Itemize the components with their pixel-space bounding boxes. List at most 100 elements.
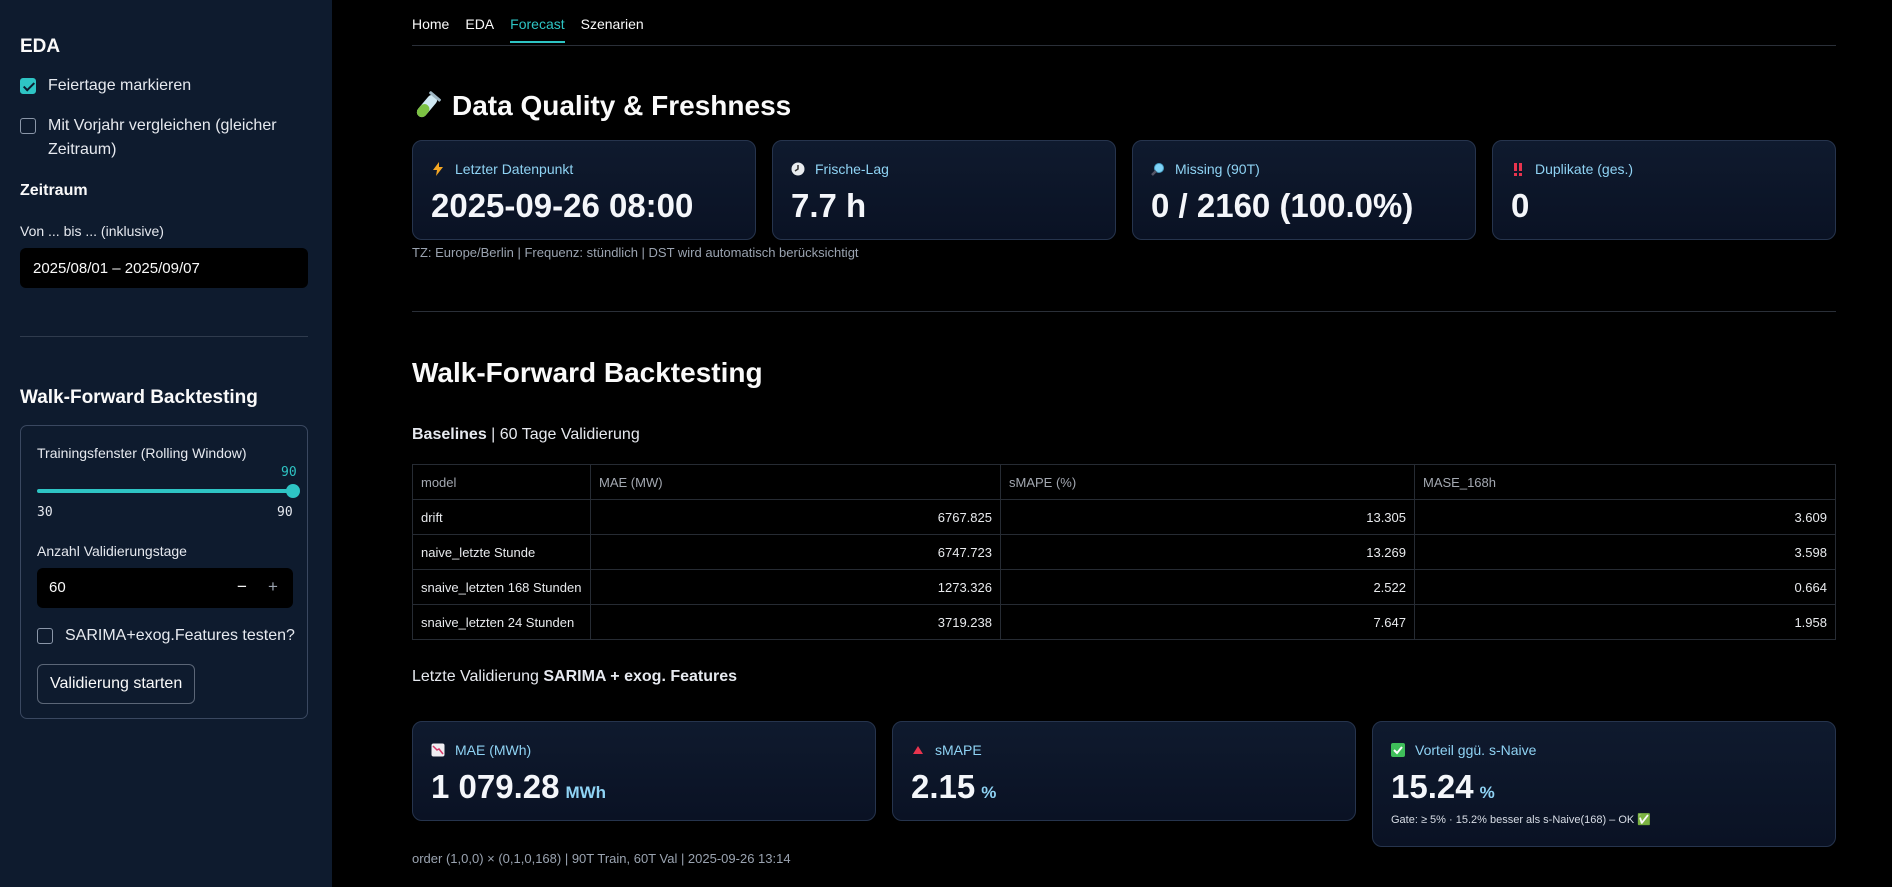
card-label: Duplikate (ges.): [1535, 161, 1634, 177]
test-tube-icon: [416, 91, 441, 118]
card-label: Letzter Datenpunkt: [455, 161, 574, 177]
col-model[interactable]: model: [412, 464, 591, 500]
table-header-row: model MAE (MW) sMAPE (%) MASE_168h: [412, 464, 1836, 500]
window-slider-track[interactable]: [37, 489, 293, 493]
cell-mase: 3.609: [1414, 499, 1836, 535]
metric-value: 1 079.28 MWh: [431, 768, 607, 805]
window-value: 90: [281, 465, 297, 480]
date-range-input[interactable]: 2025/08/01 – 2025/09/07: [20, 248, 308, 288]
val-days-input[interactable]: 60 − +: [37, 568, 293, 608]
cell-smape: 13.305: [1000, 499, 1415, 535]
decrement-button[interactable]: −: [237, 577, 247, 597]
metric-label: Vorteil ggü. s-Naive: [1415, 742, 1537, 758]
magnifier-icon: [1151, 163, 1164, 176]
val-days-value[interactable]: 60: [49, 579, 66, 596]
card-value: 2025-09-26 08:00: [431, 187, 694, 224]
prev-year-checkbox-box[interactable]: [20, 118, 36, 134]
metric-card-smape: sMAPE 2.15%: [892, 721, 1356, 821]
tab-szenarien[interactable]: Szenarien: [581, 16, 644, 43]
metric-card-mae: MAE (MWh) 1 079.28 MWh: [412, 721, 876, 821]
card-missing: Missing (90T) 0 / 2160 (100.0%): [1132, 140, 1476, 240]
cell-smape: 7.647: [1000, 604, 1415, 640]
metric-unit: MWh: [565, 783, 607, 802]
card-freshness-lag: Frische-Lag 7.7 h: [772, 140, 1116, 240]
prev-year-checkbox[interactable]: Mit Vorjahr vergleichen (gleicher Zeitra…: [20, 114, 280, 162]
table-row: snaive_letzten 24 Stunden 3719.238 7.647…: [412, 604, 1836, 640]
sidebar-divider: [20, 336, 308, 337]
card-last-datapoint: Letzter Datenpunkt 2025-09-26 08:00: [412, 140, 756, 240]
cell-mae: 6747.723: [590, 534, 1001, 570]
holidays-checkbox[interactable]: Feiertage markieren: [20, 74, 191, 98]
chart-down-icon: [431, 743, 445, 757]
table-row: naive_letzte Stunde 6747.723 13.269 3.59…: [412, 534, 1836, 570]
col-smape[interactable]: sMAPE (%): [1000, 464, 1415, 500]
gate-note: Gate: ≥ 5% · 15.2% besser als s-Naive(16…: [1391, 814, 1652, 826]
clock-icon: [791, 162, 805, 176]
tab-divider: [412, 45, 1836, 46]
range-label: Von ... bis ... (inklusive): [20, 223, 164, 239]
window-slider-thumb[interactable]: [286, 484, 300, 498]
col-mae[interactable]: MAE (MW): [590, 464, 1001, 500]
quality-section-title: Data Quality & Freshness: [412, 90, 791, 122]
triangle-up-icon: [913, 746, 923, 754]
tab-eda[interactable]: EDA: [465, 16, 494, 43]
cell-smape: 13.269: [1000, 534, 1415, 570]
card-label: Missing (90T): [1175, 161, 1260, 177]
quality-title-text: Data Quality & Freshness: [452, 90, 792, 121]
sidebar: EDA Feiertage markieren Mit Vorjahr verg…: [0, 0, 332, 887]
card-label: Frische-Lag: [815, 161, 889, 177]
holidays-checkbox-label: Feiertage markieren: [48, 77, 192, 94]
last-validation-model: SARIMA + exog. Features: [543, 668, 738, 685]
start-validation-button[interactable]: Validierung starten: [37, 664, 196, 704]
cell-model: snaive_letzten 168 Stunden: [412, 569, 591, 605]
sarima-checkbox[interactable]: SARIMA+exog.Features testen?: [37, 624, 295, 648]
baselines-rest: | 60 Tage Validierung: [486, 426, 640, 443]
prev-year-checkbox-label: Mit Vorjahr vergleichen (gleicher Zeitra…: [48, 117, 277, 158]
cell-model: snaive_letzten 24 Stunden: [412, 604, 591, 640]
cell-mase: 1.958: [1414, 604, 1836, 640]
backtest-sidebar-title: Walk-Forward Backtesting: [20, 387, 258, 408]
metric-unit: %: [981, 783, 997, 802]
check-box-icon: [1391, 743, 1405, 757]
metric-unit: %: [1479, 783, 1495, 802]
section-divider: [412, 311, 1836, 312]
tab-bar: Home EDA Forecast Szenarien: [412, 16, 644, 43]
metric-card-advantage: Vorteil ggü. s-Naive 15.24% Gate: ≥ 5% ·…: [1372, 721, 1836, 847]
window-max: 90: [277, 505, 293, 520]
lightning-icon: [433, 162, 443, 176]
card-duplicates: Duplikate (ges.) 0: [1492, 140, 1836, 240]
col-mase[interactable]: MASE_168h: [1414, 464, 1836, 500]
increment-button[interactable]: +: [268, 577, 278, 597]
holidays-checkbox-box[interactable]: [20, 78, 36, 94]
cell-mae: 3719.238: [590, 604, 1001, 640]
tab-home[interactable]: Home: [412, 16, 449, 43]
sarima-checkbox-box[interactable]: [37, 628, 53, 644]
cell-smape: 2.522: [1000, 569, 1415, 605]
table-row: drift 6767.825 13.305 3.609: [412, 499, 1836, 535]
last-validation-heading: Letzte Validierung SARIMA + exog. Featur…: [412, 668, 737, 686]
val-days-label: Anzahl Validierungstage: [37, 543, 187, 559]
baselines-bold: Baselines: [412, 426, 487, 443]
cell-mae: 6767.825: [590, 499, 1001, 535]
model-footer-caption: order (1,0,0) × (0,1,0,168) | 90T Train,…: [412, 851, 791, 866]
backtest-section-title: Walk-Forward Backtesting: [412, 357, 763, 388]
card-value: 7.7 h: [791, 187, 867, 224]
metric-label: MAE (MWh): [455, 742, 532, 758]
card-value: 0 / 2160 (100.0%): [1151, 187, 1414, 224]
last-validation-prefix: Letzte Validierung: [412, 668, 544, 685]
window-label: Trainingsfenster (Rolling Window): [37, 445, 247, 461]
cell-mase: 0.664: [1414, 569, 1836, 605]
cell-mase: 3.598: [1414, 534, 1836, 570]
table-row: snaive_letzten 168 Stunden 1273.326 2.52…: [412, 569, 1836, 605]
metric-value: 2.15%: [911, 768, 997, 805]
metric-label: sMAPE: [935, 742, 982, 758]
sarima-checkbox-label: SARIMA+exog.Features testen?: [65, 627, 295, 644]
backtest-form: Trainingsfenster (Rolling Window) 90 30 …: [20, 425, 308, 719]
double-exclamation-icon: [1514, 163, 1522, 176]
cell-model: naive_letzte Stunde: [412, 534, 591, 570]
period-title: Zeitraum: [20, 182, 88, 199]
metric-value: 15.24%: [1391, 768, 1495, 805]
baselines-table: model MAE (MW) sMAPE (%) MASE_168h drift…: [412, 464, 1836, 640]
tab-forecast[interactable]: Forecast: [510, 16, 565, 43]
card-value: 0: [1511, 187, 1530, 224]
